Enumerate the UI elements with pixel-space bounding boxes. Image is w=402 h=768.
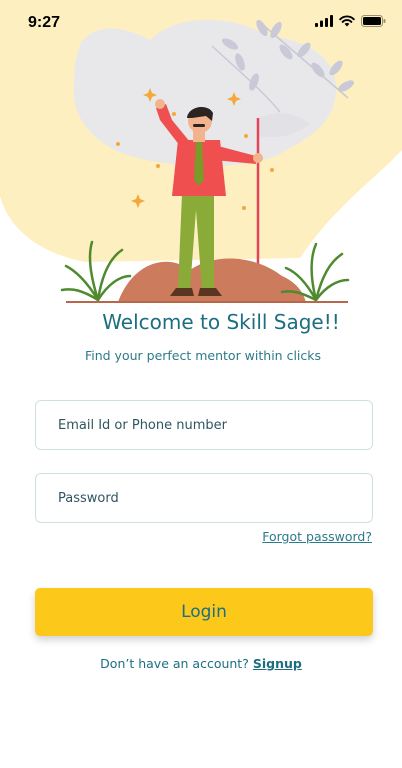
password-field[interactable] (35, 473, 373, 523)
password-input[interactable] (36, 474, 372, 522)
status-time: 9:27 (28, 14, 61, 31)
signup-prompt: Don’t have an account? (100, 656, 249, 671)
signup-link[interactable]: Signup (253, 656, 302, 671)
signup-row: Don’t have an account? Signup (0, 656, 402, 671)
email-input[interactable] (36, 401, 372, 449)
welcome-subtitle: Find your perfect mentor within clicks (84, 348, 322, 363)
email-field[interactable] (35, 400, 373, 450)
status-bar: 9:27 (0, 0, 402, 44)
wifi-icon (339, 15, 355, 27)
status-icons (315, 15, 386, 27)
login-button[interactable]: Login (35, 588, 373, 636)
hero-illustration (0, 0, 402, 303)
signal-icon (315, 15, 333, 27)
welcome-title: Welcome to Skill Sage!! (102, 310, 340, 334)
battery-icon (361, 15, 386, 27)
forgot-password-link[interactable]: Forgot password? (262, 529, 372, 544)
